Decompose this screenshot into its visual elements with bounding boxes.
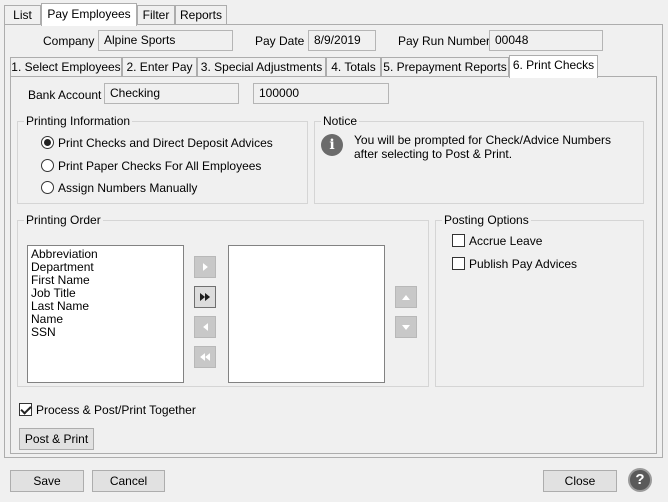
list-item[interactable]: SSN — [28, 326, 183, 339]
publish-pay-advices-label[interactable]: Publish Pay Advices — [469, 257, 577, 271]
arrow-down-icon — [402, 324, 410, 330]
tab-special-adjustments[interactable]: 3. Special Adjustments — [197, 57, 326, 77]
bank-account-name-field: Checking — [104, 83, 239, 104]
notice-title: Notice — [321, 114, 360, 128]
radio-print-checks-dd[interactable] — [41, 136, 54, 149]
pay-run-field: 00048 — [489, 30, 603, 51]
printing-order-title: Printing Order — [24, 213, 103, 227]
pay-run-label: Pay Run Number — [398, 34, 491, 48]
company-label: Company — [43, 34, 95, 48]
move-right-button[interactable] — [194, 256, 216, 278]
radio-print-paper-checks[interactable] — [41, 159, 54, 172]
company-field: Alpine Sports — [98, 30, 233, 51]
double-arrow-left-icon — [200, 353, 210, 361]
pay-date-field: 8/9/2019 — [308, 30, 376, 51]
move-all-left-button[interactable] — [194, 346, 216, 368]
radio-print-paper-checks-label[interactable]: Print Paper Checks For All Employees — [58, 159, 261, 173]
notice-line-2: after selecting to Post & Print. — [354, 147, 513, 161]
accrue-leave-label[interactable]: Accrue Leave — [469, 234, 542, 248]
move-left-button[interactable] — [194, 316, 216, 338]
accrue-leave-checkbox[interactable] — [452, 234, 465, 247]
tab-list[interactable]: List — [4, 5, 41, 25]
arrow-left-icon — [202, 323, 208, 331]
cancel-button[interactable]: Cancel — [92, 470, 165, 492]
move-down-button[interactable] — [395, 316, 417, 338]
tab-totals[interactable]: 4. Totals — [326, 57, 381, 77]
move-all-right-button[interactable] — [194, 286, 216, 308]
help-icon[interactable]: ? — [628, 468, 652, 492]
save-button[interactable]: Save — [10, 470, 84, 492]
bank-account-label: Bank Account — [28, 88, 102, 102]
post-print-button[interactable]: Post & Print — [19, 428, 94, 450]
publish-pay-advices-checkbox[interactable] — [452, 257, 465, 270]
radio-assign-numbers[interactable] — [41, 181, 54, 194]
move-up-button[interactable] — [395, 286, 417, 308]
available-fields-list[interactable]: Abbreviation Department First Name Job T… — [27, 245, 184, 383]
tab-enter-pay[interactable]: 2. Enter Pay — [122, 57, 197, 77]
tab-filter[interactable]: Filter — [137, 5, 175, 25]
arrow-right-icon — [202, 263, 208, 271]
tab-select-employees[interactable]: 1. Select Employees — [10, 57, 122, 77]
selected-fields-list[interactable] — [228, 245, 385, 383]
radio-print-checks-dd-label[interactable]: Print Checks and Direct Deposit Advices — [58, 136, 273, 150]
tab-pay-employees[interactable]: Pay Employees — [41, 3, 137, 26]
printing-information-title: Printing Information — [24, 114, 133, 128]
tab-prepayment-reports[interactable]: 5. Prepayment Reports — [381, 57, 509, 77]
process-together-checkbox[interactable] — [19, 403, 32, 416]
info-icon: i — [321, 134, 343, 156]
notice-line-1: You will be prompted for Check/Advice Nu… — [354, 133, 612, 147]
process-together-label[interactable]: Process & Post/Print Together — [36, 403, 196, 417]
bank-account-number-field: 100000 — [253, 83, 389, 104]
pay-date-label: Pay Date — [255, 34, 305, 48]
posting-options-title: Posting Options — [442, 213, 531, 227]
arrow-up-icon — [402, 294, 410, 300]
tab-print-checks[interactable]: 6. Print Checks — [509, 55, 598, 78]
radio-assign-numbers-label[interactable]: Assign Numbers Manually — [58, 181, 197, 195]
tab-reports[interactable]: Reports — [175, 5, 227, 25]
double-arrow-right-icon — [200, 293, 210, 301]
close-button[interactable]: Close — [543, 470, 617, 492]
